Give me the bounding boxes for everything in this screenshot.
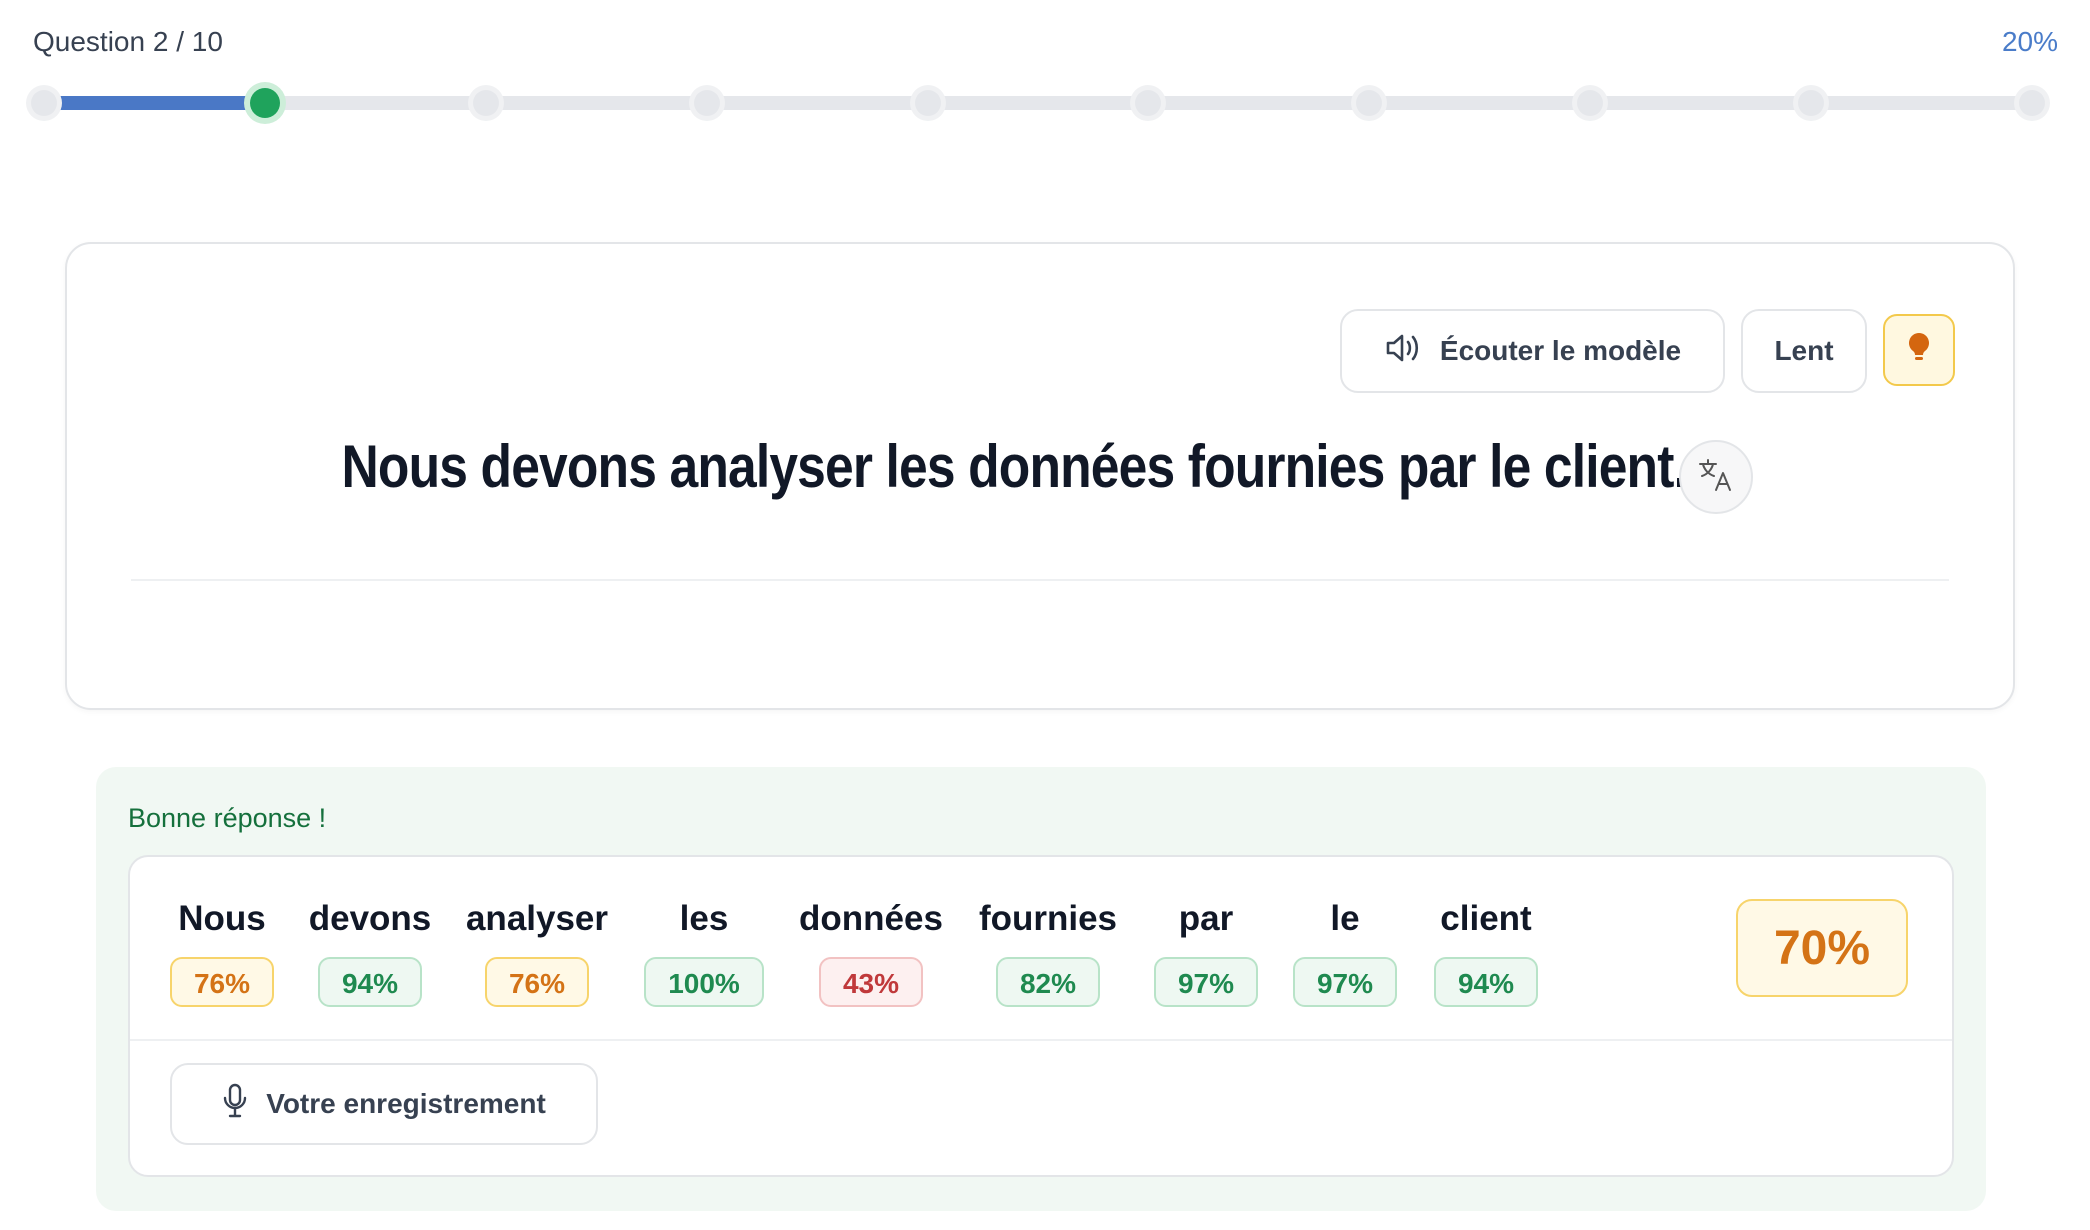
word-text: données <box>799 899 943 938</box>
word-score-badge: 82% <box>995 957 1101 1007</box>
progress-step-4 <box>693 90 720 116</box>
result-details: Nous 76% devons 94% analyser 76% les 100% donnée… <box>128 855 1954 1177</box>
card-divider <box>131 579 1949 581</box>
word-score-badge: 94% <box>317 957 423 1007</box>
word-text: les <box>679 899 729 938</box>
progress-step-3 <box>472 90 499 116</box>
word-score-item: client 94% <box>1406 897 1566 1007</box>
slow-label: Lent <box>1774 335 1834 366</box>
progress-step-7 <box>1356 90 1383 116</box>
progress-step-8 <box>1577 90 1604 116</box>
progress-step-2 <box>249 88 280 118</box>
progress-fill <box>44 96 265 110</box>
result-panel: Bonne réponse ! Nous 76% devons 94% analyser… <box>96 767 1986 1211</box>
word-text: par <box>1178 899 1234 938</box>
word-score-badge: 94% <box>1433 957 1539 1007</box>
exercise-card: Écouter le modèle Lent Nous devons analy… <box>65 242 2015 710</box>
word-text: fournies <box>978 899 1118 938</box>
word-text: le <box>1330 899 1360 938</box>
progress-percent: 20% <box>2001 26 2058 57</box>
progress-label: Question 2 / 10 <box>33 26 223 57</box>
word-score-item: les 100% <box>624 897 784 1007</box>
hint-button[interactable] <box>1883 314 1955 386</box>
result-divider <box>130 1039 1952 1041</box>
result-title: Bonne réponse ! <box>128 803 327 833</box>
listen-model-label: Écouter le modèle <box>1439 335 1682 366</box>
lightbulb-icon <box>1906 331 1932 370</box>
progress-track <box>44 96 2032 110</box>
progress-step-9 <box>1798 90 1825 116</box>
word-score-item: données 43% <box>791 897 951 1007</box>
word-score-badge: 97% <box>1292 957 1398 1007</box>
translate-icon <box>1697 457 1735 498</box>
word-score-item: par 97% <box>1126 897 1286 1007</box>
speaker-icon <box>1384 331 1440 372</box>
word-score-badge: 76% <box>484 957 590 1007</box>
microphone-icon <box>222 1083 266 1126</box>
word-score-badge: 76% <box>169 957 275 1007</box>
overall-score-badge: 70% <box>1736 899 1908 997</box>
word-score-item: fournies 82% <box>968 897 1128 1007</box>
word-score-item: devons 94% <box>290 897 450 1007</box>
word-score-item: analyser 76% <box>457 897 617 1007</box>
word-text: client <box>1440 899 1532 938</box>
progress-step-10 <box>2019 90 2045 116</box>
your-recording-label: Votre enregistrement <box>266 1088 546 1119</box>
progress-step-6 <box>1135 90 1162 116</box>
word-score-item: le 97% <box>1265 897 1425 1007</box>
translate-button[interactable] <box>1679 440 1753 514</box>
slow-button[interactable]: Lent <box>1741 309 1867 393</box>
word-text: Nous <box>178 899 266 938</box>
word-score-badge: 100% <box>644 957 764 1007</box>
word-text: devons <box>308 899 432 938</box>
listen-model-button[interactable]: Écouter le modèle <box>1340 309 1725 393</box>
word-score-badge: 97% <box>1153 957 1259 1007</box>
word-score-badge: 43% <box>818 957 924 1007</box>
progress-step-1 <box>31 90 57 116</box>
word-score-item: Nous 76% <box>142 897 302 1007</box>
word-text: analyser <box>465 899 609 938</box>
progress-step-5 <box>914 90 941 116</box>
sentence-text: Nous devons analyser les données fournie… <box>341 433 1688 500</box>
your-recording-button[interactable]: Votre enregistrement <box>170 1063 598 1145</box>
